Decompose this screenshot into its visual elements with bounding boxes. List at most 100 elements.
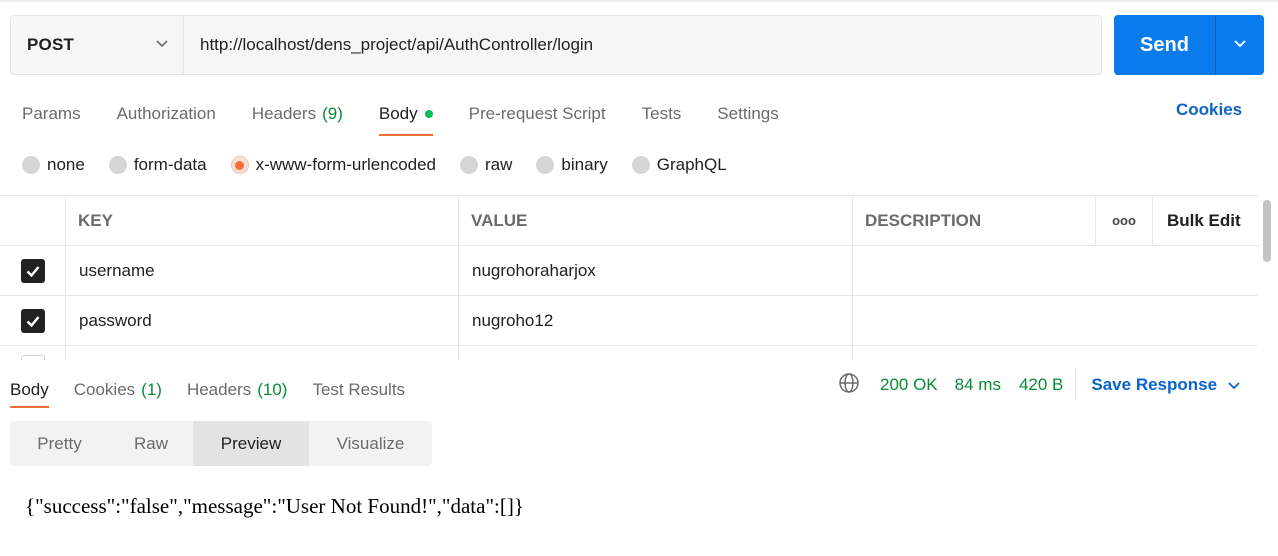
tab-label: Settings: [717, 104, 779, 123]
radio-none[interactable]: none: [22, 155, 85, 175]
radio-circle: [108, 156, 127, 174]
tab-count: (10): [257, 380, 288, 399]
radio-circle-selected: [230, 156, 249, 174]
row-checkbox[interactable]: [20, 308, 45, 333]
response-time[interactable]: 84 ms: [955, 375, 1001, 395]
radio-form-data[interactable]: form-data: [108, 155, 207, 175]
save-response-label: Save Response: [1091, 375, 1218, 394]
chevron-down-icon: [1228, 382, 1240, 390]
description-cell[interactable]: [853, 346, 1258, 360]
tab-label: Params: [22, 104, 81, 123]
tab-authorization[interactable]: Authorization: [117, 96, 216, 132]
radio-graphql[interactable]: GraphQL: [631, 155, 727, 175]
send-options-button[interactable]: [1216, 15, 1264, 75]
radio-label: none: [47, 155, 85, 174]
response-tab-cookies[interactable]: Cookies (1): [74, 372, 162, 408]
description-cell[interactable]: [853, 296, 1258, 345]
tab-settings[interactable]: Settings: [717, 96, 778, 132]
key-header: KEY: [66, 196, 459, 245]
request-tabs: Params Authorization Headers (9) Body Pre…: [22, 96, 815, 136]
request-bar: POST http://localhost/dens_project/api/A…: [10, 15, 1102, 75]
radio-label: raw: [485, 155, 513, 174]
cookies-link[interactable]: Cookies: [1176, 100, 1242, 120]
bulk-edit-button[interactable]: Bulk Edit: [1153, 196, 1258, 245]
row-checkbox[interactable]: [20, 258, 45, 283]
view-pretty[interactable]: Pretty: [10, 421, 109, 466]
globe-icon[interactable]: [838, 372, 860, 399]
params-table: KEY VALUE DESCRIPTION ooo Bulk Edit user…: [0, 195, 1258, 360]
status-code[interactable]: 200 OK: [880, 375, 938, 395]
tab-label: Pre-request Script: [468, 104, 606, 123]
more-options-icon[interactable]: ooo: [1096, 196, 1153, 245]
view-raw[interactable]: Raw: [109, 421, 193, 466]
check-icon: [26, 265, 39, 277]
row-checkbox[interactable]: [20, 355, 45, 360]
view-preview[interactable]: Preview: [193, 421, 309, 466]
tab-label: Test Results: [312, 380, 406, 399]
key-cell[interactable]: [66, 346, 459, 360]
view-mode-toggle: Pretty Raw Preview Visualize: [10, 421, 432, 466]
radio-label: x-www-form-urlencoded: [255, 155, 437, 174]
description-header: DESCRIPTION: [853, 196, 1096, 245]
value-cell[interactable]: [459, 346, 853, 360]
tab-label: Headers: [251, 104, 317, 123]
send-button-group: Send: [1114, 15, 1264, 75]
chevron-down-icon: [155, 36, 169, 55]
response-size[interactable]: 420 B: [1019, 375, 1063, 395]
tab-label: Body: [10, 380, 49, 399]
row-checkbox-cell: [0, 346, 66, 360]
send-button[interactable]: Send: [1114, 15, 1215, 75]
chevron-down-icon: [1232, 35, 1248, 56]
radio-raw[interactable]: raw: [460, 155, 512, 175]
value-cell[interactable]: nugrohoraharjox: [459, 246, 853, 295]
row-checkbox-cell: [0, 296, 66, 345]
table-row: username nugrohoraharjox: [0, 246, 1258, 296]
radio-x-www-form-urlencoded[interactable]: x-www-form-urlencoded: [230, 155, 437, 175]
response-tabs: Body Cookies (1) Headers (10) Test Results: [10, 372, 430, 408]
response-tab-headers[interactable]: Headers (10): [187, 372, 288, 408]
view-visualize[interactable]: Visualize: [309, 421, 432, 466]
save-response-button[interactable]: Save Response: [1091, 375, 1241, 395]
checkbox-header-cell: [0, 196, 66, 245]
tab-tests[interactable]: Tests: [642, 96, 682, 132]
url-input[interactable]: http://localhost/dens_project/api/AuthCo…: [184, 16, 1101, 74]
row-checkbox-cell: [0, 246, 66, 295]
body-type-radios: none form-data x-www-form-urlencoded raw…: [22, 153, 751, 177]
table-row: password nugroho12: [0, 296, 1258, 346]
tab-headers[interactable]: Headers (9): [252, 96, 343, 132]
status-divider: [1075, 370, 1077, 400]
method-select[interactable]: POST: [11, 16, 184, 74]
description-cell[interactable]: [853, 246, 1258, 295]
top-divider: [0, 0, 1278, 2]
radio-label: form-data: [133, 155, 207, 174]
modified-dot-icon: [424, 110, 433, 118]
response-status-bar: 200 OK 84 ms 420 B Save Response: [838, 370, 1241, 400]
tab-label: Authorization: [116, 104, 216, 123]
radio-label: binary: [561, 155, 608, 174]
tab-body[interactable]: Body: [378, 96, 433, 136]
radio-circle: [460, 156, 479, 174]
radio-circle: [22, 156, 40, 174]
key-cell[interactable]: username: [66, 246, 459, 295]
radio-circle: [536, 156, 555, 174]
table-row-empty: [0, 346, 1258, 360]
tab-label: Tests: [641, 104, 682, 123]
response-body-preview: {"success":"false","message":"User Not F…: [25, 494, 524, 518]
value-header: VALUE: [459, 196, 853, 245]
tab-pre-request-script[interactable]: Pre-request Script: [469, 96, 606, 132]
radio-binary[interactable]: binary: [536, 155, 608, 175]
response-tab-test-results[interactable]: Test Results: [312, 372, 405, 408]
tab-label: Cookies: [73, 380, 136, 399]
key-cell[interactable]: password: [66, 296, 459, 345]
response-tab-body[interactable]: Body: [10, 372, 49, 408]
tab-params[interactable]: Params: [22, 96, 81, 132]
tab-label: Body: [378, 104, 418, 123]
tab-label: Headers: [186, 380, 252, 399]
value-cell[interactable]: nugroho12: [459, 296, 853, 345]
radio-circle: [631, 156, 650, 174]
tab-count: (9): [322, 104, 343, 123]
table-header-row: KEY VALUE DESCRIPTION ooo Bulk Edit: [0, 196, 1258, 246]
table-scrollbar[interactable]: [1263, 200, 1271, 262]
radio-label: GraphQL: [656, 155, 727, 174]
tab-count: (1): [141, 380, 162, 399]
